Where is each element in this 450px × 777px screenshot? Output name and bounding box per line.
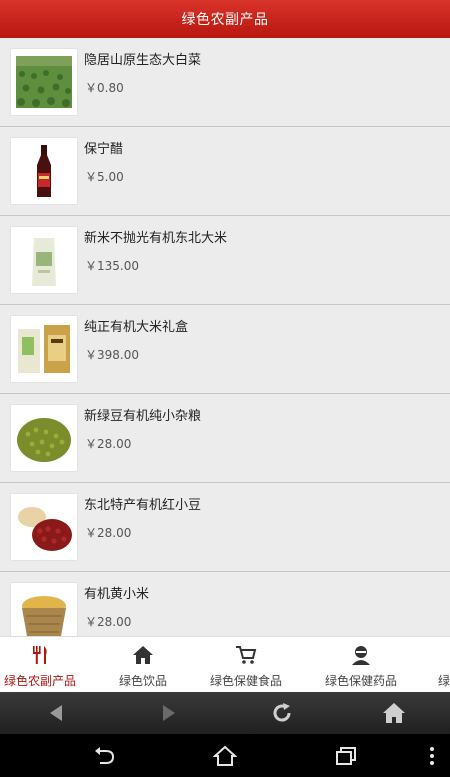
product-thumbnail[interactable] bbox=[11, 583, 77, 636]
list-item[interactable]: 新绿豆有机纯小杂粮 ￥28.00 bbox=[0, 394, 450, 483]
product-name[interactable]: 东北特产有机红小豆 bbox=[84, 494, 201, 513]
product-price: ￥0.80 bbox=[85, 81, 124, 95]
product-name[interactable]: 隐居山原生态大白菜 bbox=[84, 49, 201, 68]
product-price: ￥28.00 bbox=[85, 615, 132, 629]
person-icon bbox=[352, 646, 370, 665]
product-price: ￥135.00 bbox=[85, 259, 139, 273]
system-navigation-bar bbox=[0, 734, 450, 777]
page-title: 绿色农副产品 bbox=[0, 0, 450, 38]
list-item[interactable]: 隐居山原生态大白菜 ￥0.80 bbox=[0, 38, 450, 127]
back-icon[interactable] bbox=[92, 745, 116, 767]
forward-arrow-icon[interactable] bbox=[157, 701, 181, 725]
mung-beans-image bbox=[16, 412, 72, 464]
home-icon[interactable] bbox=[382, 701, 406, 725]
tab-label: 绿色保健药品 bbox=[324, 674, 397, 688]
overflow-menu-icon[interactable] bbox=[420, 745, 444, 767]
list-item[interactable]: 保宁醋 ￥5.00 bbox=[0, 127, 450, 216]
tab-label: 绿 bbox=[438, 674, 450, 688]
product-price: ￥398.00 bbox=[85, 348, 139, 362]
home-outline-icon[interactable] bbox=[213, 745, 237, 767]
tab-green-drinks[interactable]: 绿色饮品 bbox=[103, 637, 183, 693]
product-price: ￥28.00 bbox=[85, 526, 132, 540]
product-list[interactable]: 隐居山原生态大白菜 ￥0.80 保宁醋 ￥5.00 新米不抛光有机东北大米 ￥1… bbox=[0, 38, 450, 636]
tab-label: 绿色保健食品 bbox=[209, 674, 282, 688]
refresh-icon[interactable] bbox=[270, 701, 294, 725]
browser-toolbar bbox=[0, 692, 450, 734]
list-item[interactable]: 东北特产有机红小豆 ￥28.00 bbox=[0, 483, 450, 572]
list-item[interactable]: 新米不抛光有机东北大米 ￥135.00 bbox=[0, 216, 450, 305]
product-thumbnail[interactable] bbox=[11, 138, 77, 204]
tab-green-health-medicine[interactable]: 绿色保健药品 bbox=[318, 637, 404, 693]
fork-knife-icon bbox=[33, 646, 47, 664]
product-price: ￥5.00 bbox=[85, 170, 124, 184]
bottom-tab-bar: 绿色农副产品 绿色饮品 绿色保健食品 绿色保健药品 绿 bbox=[0, 636, 450, 693]
tab-green-farm-products[interactable]: 绿色农副产品 bbox=[0, 637, 80, 693]
cabbage-field-image bbox=[16, 56, 72, 108]
product-thumbnail[interactable] bbox=[11, 494, 77, 560]
list-item[interactable]: 纯正有机大米礼盒 ￥398.00 bbox=[0, 305, 450, 394]
cart-icon bbox=[236, 646, 257, 664]
vinegar-bottle-image bbox=[16, 145, 72, 197]
rice-bag-image bbox=[16, 234, 72, 286]
tab-partial[interactable]: 绿 bbox=[438, 637, 450, 693]
product-price: ￥28.00 bbox=[85, 437, 132, 451]
product-thumbnail[interactable] bbox=[11, 227, 77, 293]
product-name[interactable]: 新绿豆有机纯小杂粮 bbox=[84, 405, 201, 424]
product-thumbnail[interactable] bbox=[11, 316, 77, 382]
recent-apps-icon[interactable] bbox=[334, 745, 358, 767]
list-item[interactable]: 有机黄小米 ￥28.00 bbox=[0, 572, 450, 636]
product-name[interactable]: 保宁醋 bbox=[84, 138, 123, 157]
product-thumbnail[interactable] bbox=[11, 405, 77, 471]
red-beans-image bbox=[16, 501, 72, 553]
product-name[interactable]: 新米不抛光有机东北大米 bbox=[84, 227, 227, 246]
product-name[interactable]: 纯正有机大米礼盒 bbox=[84, 316, 188, 335]
back-arrow-icon[interactable] bbox=[44, 701, 68, 725]
rice-gift-box-image bbox=[16, 323, 72, 375]
home-icon bbox=[133, 646, 153, 664]
tab-green-health-food[interactable]: 绿色保健食品 bbox=[203, 637, 289, 693]
page-title-text: 绿色农副产品 bbox=[181, 12, 269, 28]
tab-label: 绿色农副产品 bbox=[3, 674, 76, 688]
millet-basket-image bbox=[16, 590, 72, 636]
product-thumbnail[interactable] bbox=[11, 49, 77, 115]
product-name[interactable]: 有机黄小米 bbox=[84, 583, 149, 602]
tab-label: 绿色饮品 bbox=[118, 674, 167, 688]
